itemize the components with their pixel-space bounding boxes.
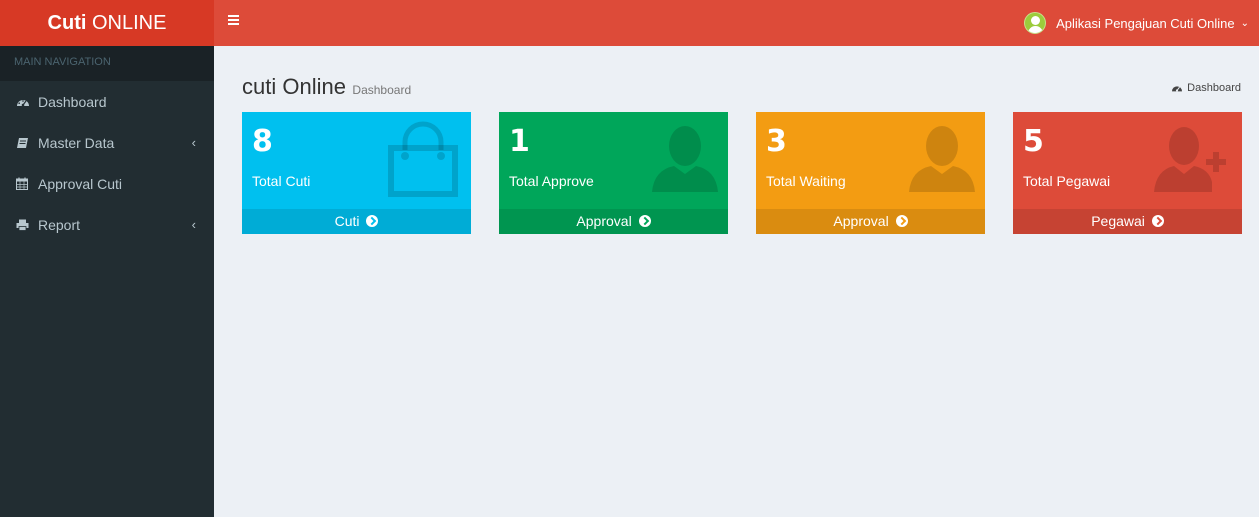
sidebar: MAIN NAVIGATION Dashboard Master Data ‹ … xyxy=(0,46,214,517)
arrow-circle-right-icon xyxy=(895,215,908,227)
more-info-label: Cuti xyxy=(334,213,360,229)
user-menu-label: Aplikasi Pengajuan Cuti Online xyxy=(1056,15,1235,31)
stat-number: 8 xyxy=(252,124,273,159)
sidebar-toggle-icon[interactable] xyxy=(228,15,239,29)
stat-label: Total Pegawai xyxy=(1023,173,1111,189)
stat-box-total-cuti: 8 Total Cuti Cuti xyxy=(242,112,471,234)
app-logo[interactable]: Cuti ONLINE xyxy=(0,0,214,46)
chevron-left-icon: ‹ xyxy=(191,217,196,232)
sidebar-item-master-data[interactable]: Master Data ‹ xyxy=(0,122,214,163)
user-menu[interactable]: Aplikasi Pengajuan Cuti Online ⌄ xyxy=(1024,0,1249,46)
more-info-link[interactable]: Approval xyxy=(499,209,728,234)
calendar-icon xyxy=(16,177,38,190)
logo-rest: ONLINE xyxy=(86,12,167,34)
sidebar-item-report[interactable]: Report ‹ xyxy=(0,204,214,245)
more-info-label: Approval xyxy=(833,213,889,229)
stat-number: 5 xyxy=(1023,124,1044,159)
stat-box-total-waiting: 3 Total Waiting Approval xyxy=(756,112,985,234)
stat-box-total-approve: 1 Total Approve Approval xyxy=(499,112,728,234)
dashboard-icon xyxy=(1171,83,1183,93)
shopping-bag-icon xyxy=(383,120,463,205)
dashboard-icon xyxy=(16,96,38,108)
book-icon xyxy=(16,137,38,149)
sidebar-item-dashboard[interactable]: Dashboard xyxy=(0,81,214,122)
page-subtitle: Dashboard xyxy=(352,83,412,97)
more-info-label: Approval xyxy=(576,213,632,229)
breadcrumb[interactable]: Dashboard xyxy=(1171,82,1241,94)
logo-bold: Cuti xyxy=(47,12,87,34)
chevron-left-icon: ‹ xyxy=(191,135,196,150)
sidebar-item-label: Report xyxy=(38,216,81,233)
sidebar-item-label: Master Data xyxy=(38,134,115,151)
arrow-circle-right-icon xyxy=(366,215,379,227)
nav-header: MAIN NAVIGATION xyxy=(0,46,214,81)
more-info-link[interactable]: Cuti xyxy=(242,209,471,234)
stat-label: Total Approve xyxy=(509,173,594,189)
sidebar-item-approval-cuti[interactable]: Approval Cuti xyxy=(0,163,214,204)
stat-number: 1 xyxy=(509,124,530,159)
user-icon xyxy=(907,120,977,205)
top-navbar: Aplikasi Pengajuan Cuti Online ⌄ xyxy=(214,0,1259,46)
arrow-circle-right-icon xyxy=(1151,215,1164,227)
stat-box-total-pegawai: 5 Total Pegawai Pegawai xyxy=(1013,112,1242,234)
page-title: cuti Online Dashboard xyxy=(242,74,411,100)
print-icon xyxy=(16,219,38,231)
sidebar-item-label: Approval Cuti xyxy=(38,175,123,192)
more-info-label: Pegawai xyxy=(1091,213,1145,229)
breadcrumb-item: Dashboard xyxy=(1187,82,1241,94)
arrow-circle-right-icon xyxy=(638,215,651,227)
user-plus-icon xyxy=(1154,120,1234,205)
more-info-link[interactable]: Pegawai xyxy=(1013,209,1242,234)
user-icon xyxy=(650,120,720,205)
more-info-link[interactable]: Approval xyxy=(756,209,985,234)
chevron-down-icon: ⌄ xyxy=(1240,17,1249,29)
sidebar-item-label: Dashboard xyxy=(38,93,107,110)
page-title-text: cuti Online xyxy=(242,74,346,99)
stat-number: 3 xyxy=(766,124,787,159)
avatar xyxy=(1024,12,1047,34)
stat-label: Total Cuti xyxy=(252,173,311,189)
stat-label: Total Waiting xyxy=(766,173,846,189)
